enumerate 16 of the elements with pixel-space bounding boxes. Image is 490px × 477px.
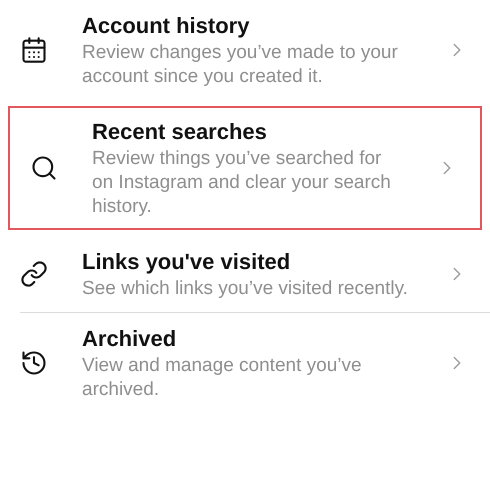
settings-row[interactable]: Recent searches Review things you’ve searched for on Instagram and clear your search history.	[8, 106, 482, 230]
history-icon	[20, 349, 48, 377]
row-title: Links you've visited	[82, 248, 292, 276]
settings-row[interactable]: Archived View and manage content you’ve archived.	[0, 313, 490, 413]
settings-row[interactable]: Account history Review changes you’ve made to your account since you created it.	[0, 0, 490, 100]
settings-row[interactable]: Links you've visited See which links you’ve visited recently.	[0, 236, 490, 312]
calendar-icon	[20, 36, 48, 64]
link-icon	[20, 260, 48, 288]
row-description: Review things you’ve searched for on Instagram and clear your search history.	[92, 147, 392, 219]
row-description: Review changes you’ve made to your account since you created it.	[82, 41, 399, 89]
row-description: See which links you’ve visited recently.	[82, 277, 409, 301]
row-title: Archived	[82, 325, 178, 353]
row-title: Recent searches	[92, 118, 268, 146]
row-title: Account history	[82, 12, 250, 40]
row-description: View and manage content you’ve archived.	[82, 354, 363, 402]
search-icon	[30, 154, 58, 182]
